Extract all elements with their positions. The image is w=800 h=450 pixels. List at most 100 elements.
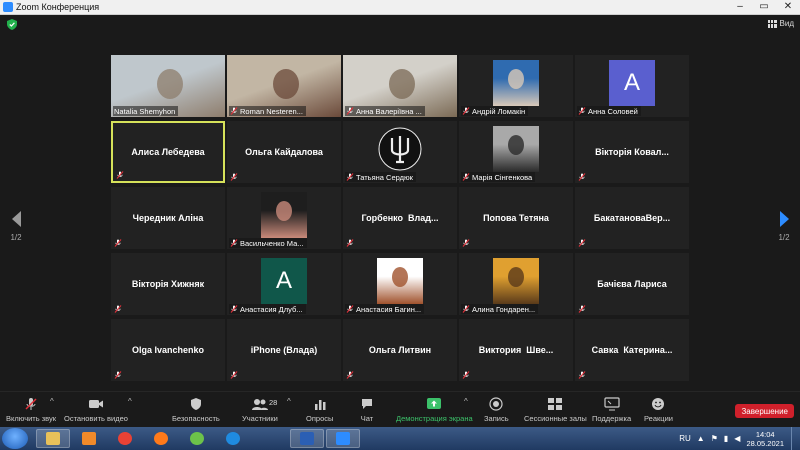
person-silhouette [508,69,524,89]
previous-page-button[interactable]: 1/2 [6,211,26,242]
network-icon[interactable]: ▮ [724,434,728,443]
participant-tile[interactable]: Попова Тетяна [459,187,573,249]
breakout-rooms-button[interactable]: Сессионные залы [524,397,587,423]
participant-tile[interactable]: A Анастасия Длуб... [227,253,341,315]
participant-tile[interactable]: Алина Гондарен... [459,253,573,315]
muted-mic-icon [462,107,470,115]
participant-tile[interactable]: Чередник Аліна [111,187,225,249]
participant-name: Бачієва Лариса [597,279,667,289]
participant-status [229,370,241,380]
participant-name: Андрій Ломакін [472,106,526,116]
person-silhouette [508,267,524,287]
participant-name: Татьяна Сердюк [356,172,413,182]
record-label: Запись [484,414,509,423]
participant-tile[interactable]: Алиса Лебедева [111,121,225,183]
person-silhouette [392,267,408,287]
unmute-label: Включить звук [6,414,57,423]
participant-tile[interactable]: Olga Ivanchenko [111,319,225,381]
participant-label: Алина Гондарен... [461,304,539,314]
participant-tile[interactable]: Горбенко Влад... [343,187,457,249]
participants-button[interactable]: 28 Участники [242,397,278,423]
end-meeting-button[interactable]: Завершение [735,404,794,418]
zoom-icon [336,432,350,445]
participant-tile[interactable]: Савка Катерина... [575,319,689,381]
flag-icon[interactable]: ⚑ [711,434,718,443]
show-desktop-button[interactable] [791,427,800,450]
maximize-button[interactable]: ▭ [752,0,776,14]
polls-button[interactable]: Опросы [306,397,333,423]
muted-mic-icon [116,171,124,179]
security-button[interactable]: Безопасность [172,397,220,423]
record-button[interactable]: Запись [484,397,509,423]
participant-tile[interactable]: Ольга Литвин [343,319,457,381]
start-button[interactable] [2,428,28,449]
share-screen-button[interactable]: Демонстрация экрана [396,397,473,423]
video-options-caret[interactable]: ^ [128,397,132,406]
unmute-button[interactable]: Включить звук [6,397,56,423]
participant-tile[interactable]: Васильченко Ма... [227,187,341,249]
taskbar-zoom-button[interactable] [326,429,360,448]
participant-name: Савка Катерина... [591,345,673,355]
taskbar-chrome-button[interactable] [108,429,142,448]
encryption-shield-icon[interactable] [7,19,17,30]
participant-name: Olga Ivanchenko [131,345,205,355]
clock[interactable]: 14:04 28.05.2021 [746,430,784,448]
share-options-caret[interactable]: ^ [464,397,468,406]
muted-mic-icon [578,239,586,247]
system-tray: RU ▲ ⚑ ▮ ◀ 14:04 28.05.2021 [679,429,784,448]
chevron-left-icon [11,211,21,227]
participant-tile[interactable]: Татьяна Сердюк [343,121,457,183]
tray-arrow-icon[interactable]: ▲ [697,434,705,443]
close-button[interactable]: ✕ [776,0,800,14]
participant-tile[interactable]: A Анна Соловей [575,55,689,117]
participant-tile[interactable]: Вікторія Хижняк [111,253,225,315]
taskbar-media-player-button[interactable] [72,429,106,448]
participant-tile[interactable]: iPhone (Влада) [227,319,341,381]
word-icon [300,432,314,445]
participant-status [577,370,589,380]
chat-button[interactable]: Чат [360,397,374,423]
taskbar-green-app-button[interactable] [180,429,214,448]
reactions-button[interactable]: Реакции [644,397,673,423]
taskbar-firefox-button[interactable] [144,429,178,448]
participant-tile[interactable]: Анастасия Багин... [343,253,457,315]
muted-mic-icon [462,371,470,379]
profile-photo [493,126,539,172]
participant-status [577,238,589,248]
participant-name: iPhone (Влада) [250,345,318,355]
smiley-icon [652,398,665,410]
person-silhouette [156,68,183,99]
chat-bubble-icon [362,399,372,409]
taskbar-explorer-button[interactable] [36,429,70,448]
participant-status [229,172,241,182]
minimize-button[interactable]: ‒ [728,0,752,14]
shield-icon [190,398,201,410]
participant-tile[interactable]: БакатановаВер... [575,187,689,249]
volume-icon[interactable]: ◀ [734,434,740,443]
reactions-label: Реакции [644,414,673,423]
participants-options-caret[interactable]: ^ [287,397,291,406]
language-indicator[interactable]: RU [679,434,691,443]
participant-tile[interactable]: Марія Сінгенкова [459,121,573,183]
avatar: A [609,60,655,106]
participant-tile[interactable]: Roman Nesteren... [227,55,341,117]
participant-tile[interactable]: Виктория Шве... [459,319,573,381]
taskbar-edge-button[interactable] [216,429,250,448]
view-button[interactable]: Вид [767,19,794,28]
participant-tile[interactable]: Анна Валеріївна ... [343,55,457,117]
muted-mic-icon [462,239,470,247]
participant-tile[interactable]: Natalia Shemyhon [111,55,225,117]
media-player-icon [82,432,96,445]
stop-video-button[interactable]: Остановить видео [64,397,128,423]
chrome-icon [118,432,132,445]
participant-tile[interactable]: Вікторія Ковал... [575,121,689,183]
muted-mic-icon [346,305,354,313]
participant-label: Анна Соловей [577,106,641,116]
next-page-button[interactable]: 1/2 [774,211,794,242]
participant-tile[interactable]: Ольга Кайдалова [227,121,341,183]
support-button[interactable]: Поддержка [592,397,631,423]
participant-tile[interactable]: Бачієва Лариса [575,253,689,315]
audio-options-caret[interactable]: ^ [50,397,54,406]
participant-tile[interactable]: Андрій Ломакін [459,55,573,117]
taskbar-word-button[interactable] [290,429,324,448]
